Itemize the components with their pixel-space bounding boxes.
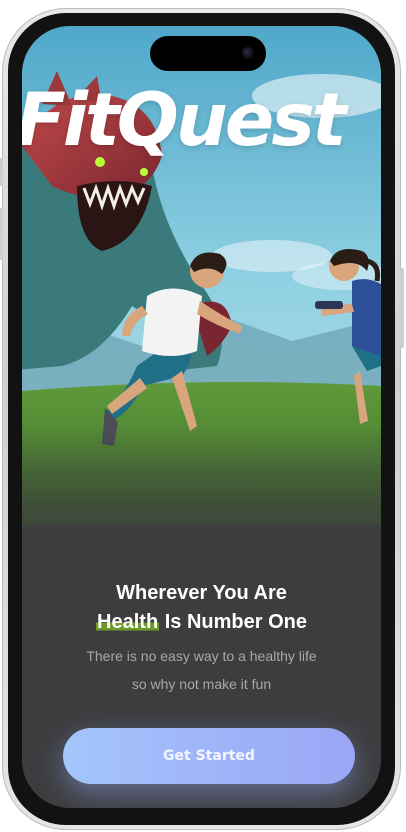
- subtext-line-1: There is no easy way to a healthy life: [86, 648, 317, 664]
- camera-icon: [242, 47, 254, 59]
- phone-bezel: FitQuest Wherever You Are Health Is Numb…: [8, 13, 395, 825]
- phone-frame: FitQuest Wherever You Are Health Is Numb…: [0, 8, 404, 830]
- headline-line-2: Health Is Number One: [22, 608, 381, 637]
- headline-line-2-rest: Is Number One: [159, 611, 307, 633]
- side-button-left-2: [0, 208, 3, 260]
- subtext-line-2: so why not make it fun: [131, 676, 272, 692]
- headline-highlight-word: Health: [96, 611, 160, 633]
- subtext: There is no easy way to a healthy life s…: [22, 642, 381, 698]
- headline-line-1: Wherever You Are: [116, 582, 287, 604]
- hero-fade-overlay: [22, 426, 381, 526]
- app-screen: FitQuest Wherever You Are Health Is Numb…: [22, 26, 381, 808]
- side-button-right: [400, 268, 404, 348]
- headline: Wherever You Are Health Is Number One: [22, 579, 381, 637]
- brand-logo: FitQuest: [22, 78, 347, 163]
- side-button-left-1: [0, 158, 3, 186]
- get-started-button[interactable]: Get Started: [63, 728, 355, 784]
- dynamic-island: [150, 36, 266, 71]
